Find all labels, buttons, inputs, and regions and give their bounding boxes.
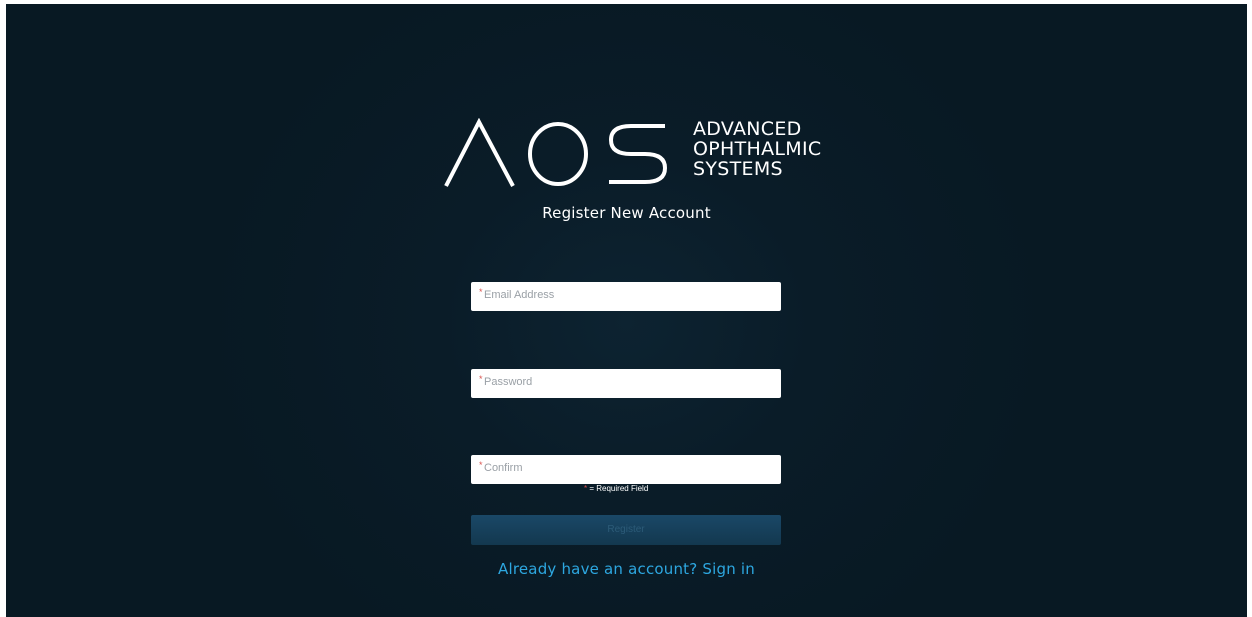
company-name: ADVANCED OPHTHALMIC SYSTEMS: [693, 119, 821, 179]
company-name-line1: ADVANCED: [693, 118, 802, 140]
page-title: Register New Account: [542, 204, 711, 222]
password-field[interactable]: * Password: [471, 369, 781, 398]
app-screen: ADVANCED OPHTHALMIC SYSTEMS Register New…: [6, 4, 1247, 617]
email-field[interactable]: * Email Address: [471, 282, 781, 311]
company-name-line3: SYSTEMS: [693, 158, 783, 180]
confirm-password-field[interactable]: * Confirm: [471, 455, 781, 484]
required-star: *: [479, 374, 483, 384]
confirm-placeholder: Confirm: [484, 462, 523, 474]
aos-logo: ADVANCED OPHTHALMIC SYSTEMS: [443, 116, 863, 196]
required-note-star: *: [584, 484, 588, 493]
aos-logo-mark: [444, 118, 668, 187]
password-placeholder: Password: [484, 376, 533, 388]
required-star: *: [479, 460, 483, 470]
sign-in-link[interactable]: Already have an account? Sign in: [6, 560, 1247, 578]
required-note-text: = Required Field: [589, 484, 649, 493]
register-button[interactable]: Register: [471, 515, 781, 545]
email-placeholder: Email Address: [484, 289, 555, 301]
required-star: *: [479, 287, 483, 297]
company-name-line2: OPHTHALMIC: [693, 138, 822, 160]
required-field-note: * = Required Field: [584, 484, 648, 493]
